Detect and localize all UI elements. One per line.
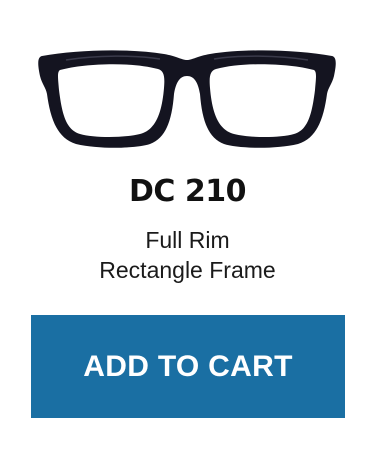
- eyeglasses-frame-icon[interactable]: [36, 46, 338, 150]
- add-to-cart-button[interactable]: ADD TO CART: [31, 315, 345, 418]
- product-description-line-2: Rectangle Frame: [99, 257, 276, 283]
- product-description-line-1: Full Rim: [145, 227, 230, 253]
- product-card: DC 210 Full Rim Rectangle Frame ADD TO C…: [0, 0, 375, 465]
- product-name[interactable]: DC 210: [0, 172, 375, 212]
- product-description: Full Rim Rectangle Frame: [0, 225, 375, 285]
